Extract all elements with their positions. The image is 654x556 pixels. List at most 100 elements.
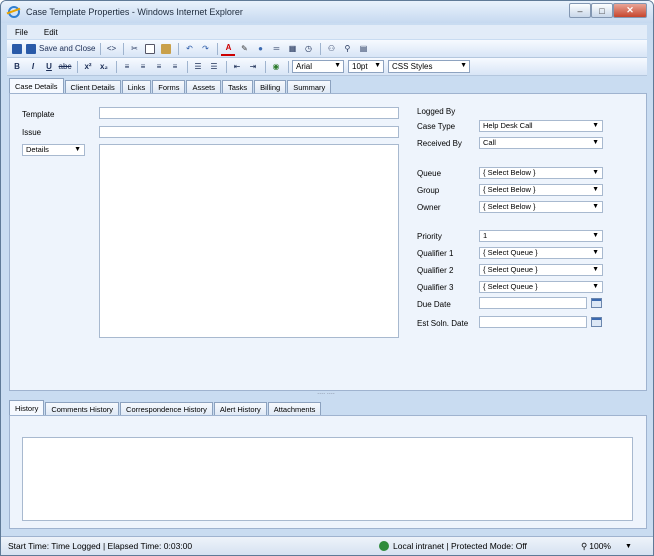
table-icon[interactable]: ▦ <box>285 42 299 56</box>
insert-image-icon[interactable]: ◉ <box>269 60 283 74</box>
date-time-icon[interactable]: ◷ <box>301 42 315 56</box>
tab-billing[interactable]: Billing <box>254 80 287 94</box>
font-size-select[interactable]: 10pt ▼ <box>348 60 384 73</box>
maximize-button[interactable]: □ <box>591 3 613 18</box>
highlight-icon[interactable]: ✎ <box>237 42 251 56</box>
history-panel <box>9 415 647 529</box>
font-select[interactable]: Arial ▼ <box>292 60 344 73</box>
menu-edit[interactable]: Edit <box>36 28 66 37</box>
case-type-select[interactable]: Help Desk Call ▼ <box>479 120 603 132</box>
paste-icon[interactable] <box>159 42 173 56</box>
chevron-down-icon: ▼ <box>74 146 81 153</box>
due-date-field[interactable] <box>479 297 587 309</box>
copy-icon[interactable] <box>143 42 157 56</box>
superscript-button[interactable]: x² <box>81 60 95 74</box>
indent-icon[interactable]: ⇥ <box>246 60 260 74</box>
tab-summary[interactable]: Summary <box>287 80 332 94</box>
spell-check-icon[interactable]: ⚇ <box>324 42 338 56</box>
history-content[interactable] <box>22 437 633 521</box>
globe-icon <box>379 541 389 551</box>
details-select[interactable]: Details ▼ <box>22 144 85 156</box>
align-center-icon[interactable]: ≡ <box>136 60 150 74</box>
justify-icon[interactable]: ≡ <box>168 60 182 74</box>
zoom-control[interactable]: ⚲ 100% ▼ <box>581 541 632 552</box>
tab-forms[interactable]: Forms <box>152 80 186 94</box>
due-date-label: Due Date <box>417 300 451 309</box>
save-close-button[interactable]: Save and Close <box>26 42 95 56</box>
case-type-label: Case Type <box>417 122 456 131</box>
tab-case-details[interactable]: Case Details <box>9 78 64 94</box>
chevron-down-icon: ▼ <box>592 249 599 256</box>
align-left-icon[interactable]: ≡ <box>120 60 134 74</box>
save-close-label: Save and Close <box>39 44 96 53</box>
owner-label: Owner <box>417 203 441 212</box>
italic-button[interactable]: I <box>26 60 40 74</box>
qualifier1-select[interactable]: { Select Queue } ▼ <box>479 247 603 259</box>
zone-indicator: Local intranet | Protected Mode: Off <box>379 541 527 551</box>
bold-button[interactable]: B <box>10 60 24 74</box>
horizontal-rule-icon[interactable]: ═ <box>269 42 283 56</box>
chevron-down-icon: ▼ <box>624 542 632 550</box>
tab-attachments[interactable]: Attachments <box>267 402 322 416</box>
details-textarea[interactable] <box>99 144 399 338</box>
chevron-down-icon: ▼ <box>592 169 599 176</box>
chevron-down-icon: ▼ <box>460 62 467 69</box>
font-color-icon[interactable]: A <box>221 42 236 56</box>
tab-alert-history[interactable]: Alert History <box>213 402 267 416</box>
tab-history[interactable]: History <box>9 400 45 416</box>
template-field[interactable] <box>99 107 399 119</box>
tab-client-details[interactable]: Client Details <box>64 80 121 94</box>
est-soln-date-field[interactable] <box>479 316 587 328</box>
tab-correspondence-history[interactable]: Correspondence History <box>120 402 213 416</box>
underline-button[interactable]: U <box>42 60 56 74</box>
tab-assets[interactable]: Assets <box>186 80 221 94</box>
html-source-button[interactable]: <> <box>104 42 118 56</box>
hyperlink-icon[interactable]: ● <box>253 42 267 56</box>
qualifier3-value: { Select Queue } <box>483 282 538 291</box>
chevron-down-icon: ▼ <box>592 266 599 273</box>
qualifier2-label: Qualifier 2 <box>417 266 454 275</box>
numbered-list-icon[interactable]: ☰ <box>207 60 221 74</box>
print-preview-icon[interactable]: ▤ <box>356 42 370 56</box>
history-tabs: History Comments History Correspondence … <box>9 400 322 416</box>
save-icon[interactable] <box>10 42 24 56</box>
strikethrough-button[interactable]: abc <box>58 60 72 74</box>
received-by-select[interactable]: Call ▼ <box>479 137 603 149</box>
received-by-label: Received By <box>417 139 462 148</box>
priority-select[interactable]: 1 ▼ <box>479 230 603 242</box>
menu-file[interactable]: File <box>7 28 36 37</box>
group-select[interactable]: { Select Below } ▼ <box>479 184 603 196</box>
tab-links[interactable]: Links <box>121 80 152 94</box>
window-title: Case Template Properties - Windows Inter… <box>26 7 243 17</box>
qualifier2-select[interactable]: { Select Queue } ▼ <box>479 264 603 276</box>
priority-label: Priority <box>417 232 442 241</box>
tab-comments-history[interactable]: Comments History <box>45 402 120 416</box>
template-label: Template <box>22 110 55 119</box>
redo-icon[interactable]: ↷ <box>198 42 212 56</box>
chevron-down-icon: ▼ <box>592 232 599 239</box>
calendar-icon[interactable] <box>591 298 602 308</box>
priority-value: 1 <box>483 231 488 240</box>
status-bar: Start Time: Time Logged | Elapsed Time: … <box>1 536 653 555</box>
align-right-icon[interactable]: ≡ <box>152 60 166 74</box>
css-styles-select[interactable]: CSS Styles ▼ <box>388 60 470 73</box>
splitter-handle[interactable]: ···· ···· <box>301 391 351 397</box>
main-toolbar: Save and Close <> ✂ ↶ ↷ A ✎ ● ═ ▦ ◷ ⚇ ⚲ … <box>7 40 647 58</box>
queue-select[interactable]: { Select Below } ▼ <box>479 167 603 179</box>
calendar-icon[interactable] <box>591 317 602 327</box>
bullet-list-icon[interactable]: ☰ <box>191 60 205 74</box>
find-icon[interactable]: ⚲ <box>340 42 354 56</box>
tab-tasks[interactable]: Tasks <box>222 80 254 94</box>
zoom-icon: ⚲ <box>581 540 588 551</box>
subscript-button[interactable]: x₂ <box>97 60 111 74</box>
close-button[interactable]: ✕ <box>613 3 647 18</box>
issue-field[interactable] <box>99 126 399 138</box>
qualifier1-label: Qualifier 1 <box>417 249 454 258</box>
qualifier3-select[interactable]: { Select Queue } ▼ <box>479 281 603 293</box>
outdent-icon[interactable]: ⇤ <box>230 60 244 74</box>
minimize-button[interactable]: – <box>569 3 591 18</box>
undo-icon[interactable]: ↶ <box>182 42 196 56</box>
cut-icon[interactable]: ✂ <box>127 42 141 56</box>
owner-select[interactable]: { Select Below } ▼ <box>479 201 603 213</box>
zone-text: Local intranet | Protected Mode: Off <box>393 541 527 551</box>
